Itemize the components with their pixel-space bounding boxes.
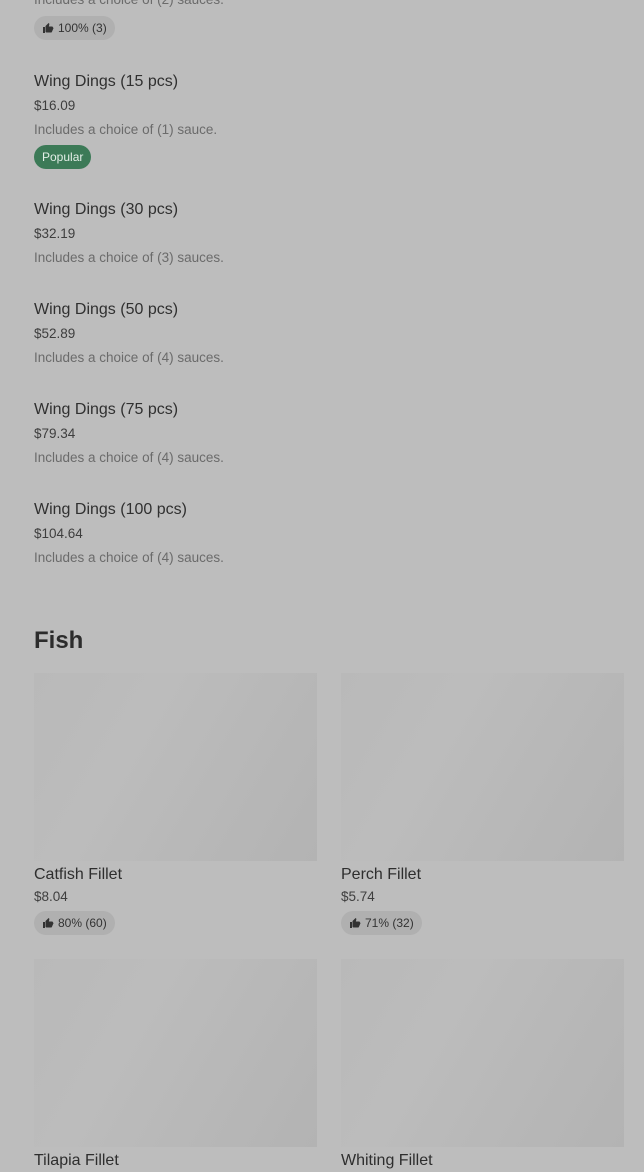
rating-text: 80% (60) <box>58 916 107 930</box>
item-image <box>341 959 624 1147</box>
item-price: $104.64 <box>34 526 83 541</box>
rating-chip: 80% (60) <box>34 911 115 935</box>
section-title: Fish <box>34 627 84 654</box>
rating-text: 71% (32) <box>365 916 414 930</box>
menu-item[interactable]: Wing Dings (50 pcs) $52.89 Includes a ch… <box>34 298 634 369</box>
menu-item[interactable]: Wing Dings (75 pcs) $79.34 Includes a ch… <box>34 398 634 469</box>
item-image <box>341 673 624 861</box>
item-price: $52.89 <box>34 326 76 341</box>
item-image <box>34 673 317 861</box>
item-title: Wing Dings (15 pcs) <box>34 73 179 90</box>
menu-card[interactable]: Perch Fillet $5.74 71% (32) <box>341 673 624 935</box>
item-price: $16.09 <box>34 98 76 113</box>
item-price: $79.34 <box>34 426 76 441</box>
item-title: Wing Dings (75 pcs) <box>34 401 179 418</box>
menu-item[interactable]: Wing Dings (30 pcs) $32.19 Includes a ch… <box>34 198 634 269</box>
menu-card[interactable]: Tilapia Fillet <box>34 959 317 1172</box>
item-title: Wing Dings (30 pcs) <box>34 201 179 218</box>
item-description: Includes a choice of (1) sauce. <box>34 122 218 137</box>
rating-text: 100% (3) <box>58 21 107 35</box>
item-title: Perch Fillet <box>341 866 422 883</box>
item-image <box>34 959 317 1147</box>
thumbs-up-icon <box>42 22 54 34</box>
item-price: $8.04 <box>34 889 68 904</box>
item-title: Catfish Fillet <box>34 866 123 883</box>
rating-chip: 100% (3) <box>34 16 115 40</box>
item-description: Includes a choice of (3) sauces. <box>34 250 224 265</box>
menu-item[interactable]: Wing Dings (15 pcs) $16.09 Includes a ch… <box>34 70 634 169</box>
thumbs-up-icon <box>42 917 54 929</box>
item-title: Tilapia Fillet <box>34 1152 119 1169</box>
menu-card[interactable]: Whiting Fillet <box>341 959 624 1172</box>
item-description: Includes a choice of (2) sauces. <box>34 0 224 11</box>
item-price: $32.19 <box>34 226 76 241</box>
item-description: Includes a choice of (4) sauces. <box>34 350 224 365</box>
rating-chip: 71% (32) <box>341 911 422 935</box>
item-title: Wing Dings (100 pcs) <box>34 501 187 518</box>
item-description: Includes a choice of (4) sauces. <box>34 550 224 565</box>
menu-card[interactable]: Catfish Fillet $8.04 80% (60) <box>34 673 317 935</box>
item-title: Wing Dings (50 pcs) <box>34 301 179 318</box>
menu-page: Includes a choice of (2) sauces. 100% (3… <box>0 0 644 1169</box>
thumbs-up-icon <box>349 917 361 929</box>
item-title: Whiting Fillet <box>341 1152 433 1169</box>
item-price: $5.74 <box>341 889 375 904</box>
menu-item[interactable]: Wing Dings (100 pcs) $104.64 Includes a … <box>34 498 634 569</box>
popular-badge: Popular <box>34 145 92 169</box>
item-description: Includes a choice of (4) sauces. <box>34 450 224 465</box>
